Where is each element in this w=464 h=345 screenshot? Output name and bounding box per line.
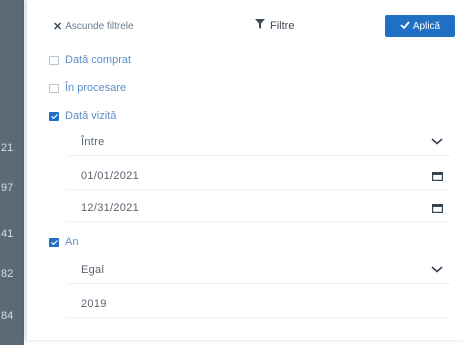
funnel-icon [255, 19, 265, 32]
filter-panel: ✕ Ascunde filtrele Filtre Aplică Dată co… [26, 0, 464, 340]
check-icon [400, 20, 410, 32]
option-label: În procesare [65, 82, 127, 94]
background-number: 97 [1, 182, 14, 194]
apply-button[interactable]: Aplică [385, 15, 455, 37]
year-operator-value: Egal [81, 263, 105, 276]
hide-filters-label: Ascunde filtrele [65, 21, 134, 32]
filter-panel-header: ✕ Ascunde filtrele Filtre Aplică [27, 0, 464, 40]
option-label: An [65, 236, 79, 248]
checkbox-unchecked[interactable] [49, 55, 59, 65]
background-table-strip: 21 97 41 82 84 [0, 0, 24, 345]
date-from-value: 01/01/2021 [81, 169, 140, 182]
apply-button-label: Aplică [412, 20, 441, 32]
checkbox-checked[interactable] [49, 111, 59, 121]
date-operator-select[interactable]: Între [67, 128, 451, 156]
chevron-down-icon [431, 138, 443, 145]
date-to-field[interactable]: 12/31/2021 [67, 194, 451, 222]
option-date-purchased[interactable]: Dată comprat [49, 54, 131, 66]
background-number: 82 [1, 268, 14, 280]
filter-title: Filtre [255, 19, 294, 32]
checkbox-checked[interactable] [49, 237, 59, 247]
calendar-icon[interactable] [432, 203, 443, 213]
hide-filters-button[interactable]: ✕ Ascunde filtrele [53, 20, 134, 33]
chevron-down-icon [431, 266, 443, 273]
calendar-icon[interactable] [432, 171, 443, 181]
close-icon: ✕ [53, 21, 63, 33]
year-value-field[interactable]: 2019 [67, 290, 451, 318]
year-operator-select[interactable]: Egal [67, 256, 451, 284]
background-number: 84 [1, 310, 14, 322]
date-from-field[interactable]: 01/01/2021 [67, 162, 451, 190]
date-operator-value: Între [81, 135, 105, 148]
filter-title-label: Filtre [270, 19, 295, 32]
checkbox-unchecked[interactable] [49, 83, 59, 93]
background-number: 41 [1, 228, 14, 240]
background-number: 21 [1, 142, 14, 154]
option-year[interactable]: An [49, 236, 78, 248]
option-in-processing[interactable]: În procesare [49, 82, 126, 94]
option-label: Dată vizită [65, 110, 117, 122]
year-value: 2019 [81, 297, 107, 310]
option-visit-date[interactable]: Dată vizită [49, 110, 116, 122]
date-to-value: 12/31/2021 [81, 201, 140, 214]
option-label: Dată comprat [65, 54, 132, 66]
screen: 21 97 41 82 84 ✕ Ascunde filtrele Filtre… [0, 0, 464, 345]
